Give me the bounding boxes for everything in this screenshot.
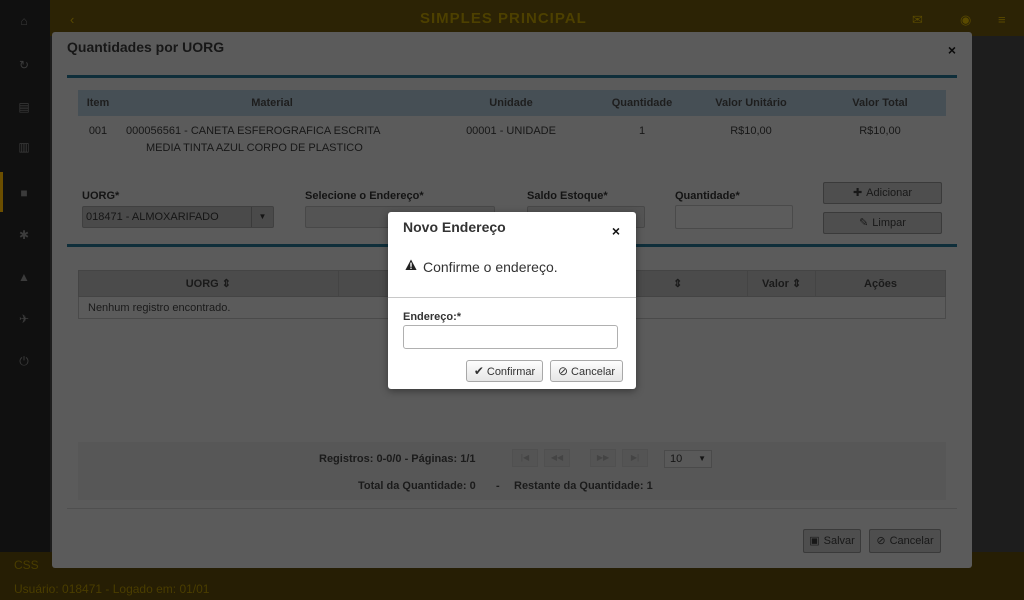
column-header-valor[interactable]: Valor ⇕ xyxy=(747,270,817,297)
sort-icon[interactable]: ⇕ xyxy=(673,278,682,290)
warning-icon xyxy=(405,259,417,270)
last-page-icon[interactable]: ▶| xyxy=(622,449,648,467)
endereco-label: Selecione o Endereço* xyxy=(305,190,424,202)
next-page-icon[interactable]: ▶▶ xyxy=(590,449,616,467)
eraser-icon: ✎ xyxy=(859,217,869,229)
close-icon[interactable]: × xyxy=(948,43,956,57)
items-table: Item Material Unidade Quantidade Valor U… xyxy=(78,90,946,157)
cancelar-button-label: Cancelar xyxy=(889,535,934,547)
sort-icon[interactable]: ⇕ xyxy=(222,278,231,290)
check-icon: ✔ xyxy=(473,364,484,378)
limpar-button[interactable]: ✎ Limpar xyxy=(823,212,942,234)
material-line-2: MEDIA TINTA AZUL CORPO DE PLASTICO xyxy=(146,142,363,154)
uorg-select[interactable]: 018471 - ALMOXARIFADO ▼ xyxy=(82,206,274,228)
page-size-value: 10 xyxy=(670,453,683,465)
confirmar-button[interactable]: ✔ Confirmar xyxy=(466,360,543,382)
quantidade-label: Quantidade* xyxy=(675,190,740,202)
chevron-down-icon[interactable]: ▼ xyxy=(251,207,273,227)
paginator: Registros: 0-0/0 - Páginas: 1/1 |◀ ◀◀ ▶▶… xyxy=(78,442,946,500)
item-cell: 001 xyxy=(88,125,108,137)
divider xyxy=(388,297,636,298)
table-row: 001 000056561 - CANETA ESFEROGRAFICA ESC… xyxy=(78,116,946,157)
column-header-unidade: Unidade xyxy=(426,90,596,116)
confirmar-button-label: Confirmar xyxy=(486,366,536,378)
chart-icon[interactable]: ▤ xyxy=(17,100,31,114)
column-header-valor-label: Valor xyxy=(762,278,789,290)
app-header-title: SIMPLES PRINCIPAL xyxy=(420,10,587,27)
material-line-1: 000056561 - CANETA ESFEROGRAFICA ESCRITA xyxy=(126,125,381,137)
prev-page-icon[interactable]: ◀◀ xyxy=(544,449,570,467)
uorg-select-value: 018471 - ALMOXARIFADO xyxy=(86,211,219,223)
endereco-field-label: Endereço:* xyxy=(403,311,462,323)
endereco-input[interactable] xyxy=(403,325,618,349)
menu-icon[interactable]: ≡ xyxy=(998,12,1006,27)
back-icon[interactable]: ‹ xyxy=(70,12,74,27)
uorg-label: UORG* xyxy=(82,190,120,202)
cancelar-dialog-button[interactable]: ⊘ Cancelar xyxy=(550,360,623,382)
close-icon[interactable]: × xyxy=(612,224,620,238)
pager-restante-quantidade: Restante da Quantidade: 1 xyxy=(514,480,653,492)
bell-icon[interactable]: ◉ xyxy=(960,12,971,28)
column-header-valor-unitario: Valor Unitário xyxy=(688,90,814,116)
quantidade-cell: 1 xyxy=(638,125,646,137)
column-header-uorg[interactable]: UORG ⇕ xyxy=(78,270,339,297)
logout-icon[interactable]: ⏻ xyxy=(17,354,31,368)
quantidade-input[interactable] xyxy=(675,205,793,229)
dialog-title: Novo Endereço xyxy=(403,219,506,235)
mail-icon[interactable]: ✉ xyxy=(912,12,923,28)
adicionar-button[interactable]: ✚ Adicionar xyxy=(823,182,942,204)
page-size-select[interactable]: 10 ▼ xyxy=(664,450,712,468)
column-header-valor-total: Valor Total xyxy=(814,90,946,116)
column-header-item: Item xyxy=(78,90,118,116)
first-page-icon[interactable]: |◀ xyxy=(512,449,538,467)
ban-icon: ⊘ xyxy=(557,364,569,378)
confirm-message: Confirme o endereço. xyxy=(423,259,558,275)
column-header-quantidade: Quantidade xyxy=(596,90,688,116)
app-sidebar: ⌂ ↻ ▤ ▥ ■ ✱ ▲ ✈ ⏻ xyxy=(0,0,50,600)
chevron-down-icon: ▼ xyxy=(698,454,706,463)
column-header-material: Material xyxy=(118,90,426,116)
refresh-icon[interactable]: ↻ xyxy=(17,58,31,72)
sort-icon[interactable]: ⇕ xyxy=(792,278,801,290)
salvar-button-label: Salvar xyxy=(823,535,855,547)
valor-unitario-cell: R$10,00 xyxy=(730,125,772,137)
dialog-title: Quantidades por UORG xyxy=(67,39,225,55)
ban-icon: ⊘ xyxy=(876,535,886,547)
divider xyxy=(67,508,957,509)
salvar-button[interactable]: ▣ Salvar xyxy=(803,529,861,553)
app-topbar: ‹ SIMPLES PRINCIPAL ✉ ◉ ≡ xyxy=(50,0,1024,36)
limpar-button-label: Limpar xyxy=(872,217,906,229)
sidebar-active-indicator xyxy=(0,172,3,212)
adicionar-button-label: Adicionar xyxy=(866,187,913,199)
novo-endereco-dialog: Novo Endereço × Confirme o endereço. End… xyxy=(388,212,636,389)
pager-total-quantidade: Total da Quantidade: 0 xyxy=(358,480,476,492)
save-icon: ▣ xyxy=(809,535,820,547)
pager-registros: Registros: 0-0/0 - Páginas: 1/1 xyxy=(319,453,476,465)
column-header-uorg-label: UORG xyxy=(185,278,219,290)
footer-line-1: CSS xyxy=(14,558,39,572)
list-icon[interactable]: ▥ xyxy=(17,140,31,154)
pager-separator: - xyxy=(496,480,500,492)
unidade-cell: 00001 - UNIDADE xyxy=(466,125,556,137)
valor-total-cell: R$10,00 xyxy=(859,125,901,137)
plus-icon: ✚ xyxy=(852,187,863,199)
divider xyxy=(67,75,957,78)
material-cell: 000056561 - CANETA ESFEROGRAFICA ESCRITA… xyxy=(118,116,426,157)
gear-icon[interactable]: ✱ xyxy=(17,228,31,242)
home-icon[interactable]: ⌂ xyxy=(17,14,31,28)
tools-icon[interactable]: ✈ xyxy=(17,312,31,326)
box-icon[interactable]: ■ xyxy=(17,186,31,200)
warning-icon[interactable]: ▲ xyxy=(17,270,31,284)
footer-line-2: Usuário: 018471 - Logado em: 01/01 xyxy=(14,582,210,596)
column-header-acoes: Ações xyxy=(815,270,946,297)
cancelar-button[interactable]: ⊘ Cancelar xyxy=(869,529,941,553)
saldo-label: Saldo Estoque* xyxy=(527,190,608,202)
cancelar-dialog-button-label: Cancelar xyxy=(571,366,616,378)
